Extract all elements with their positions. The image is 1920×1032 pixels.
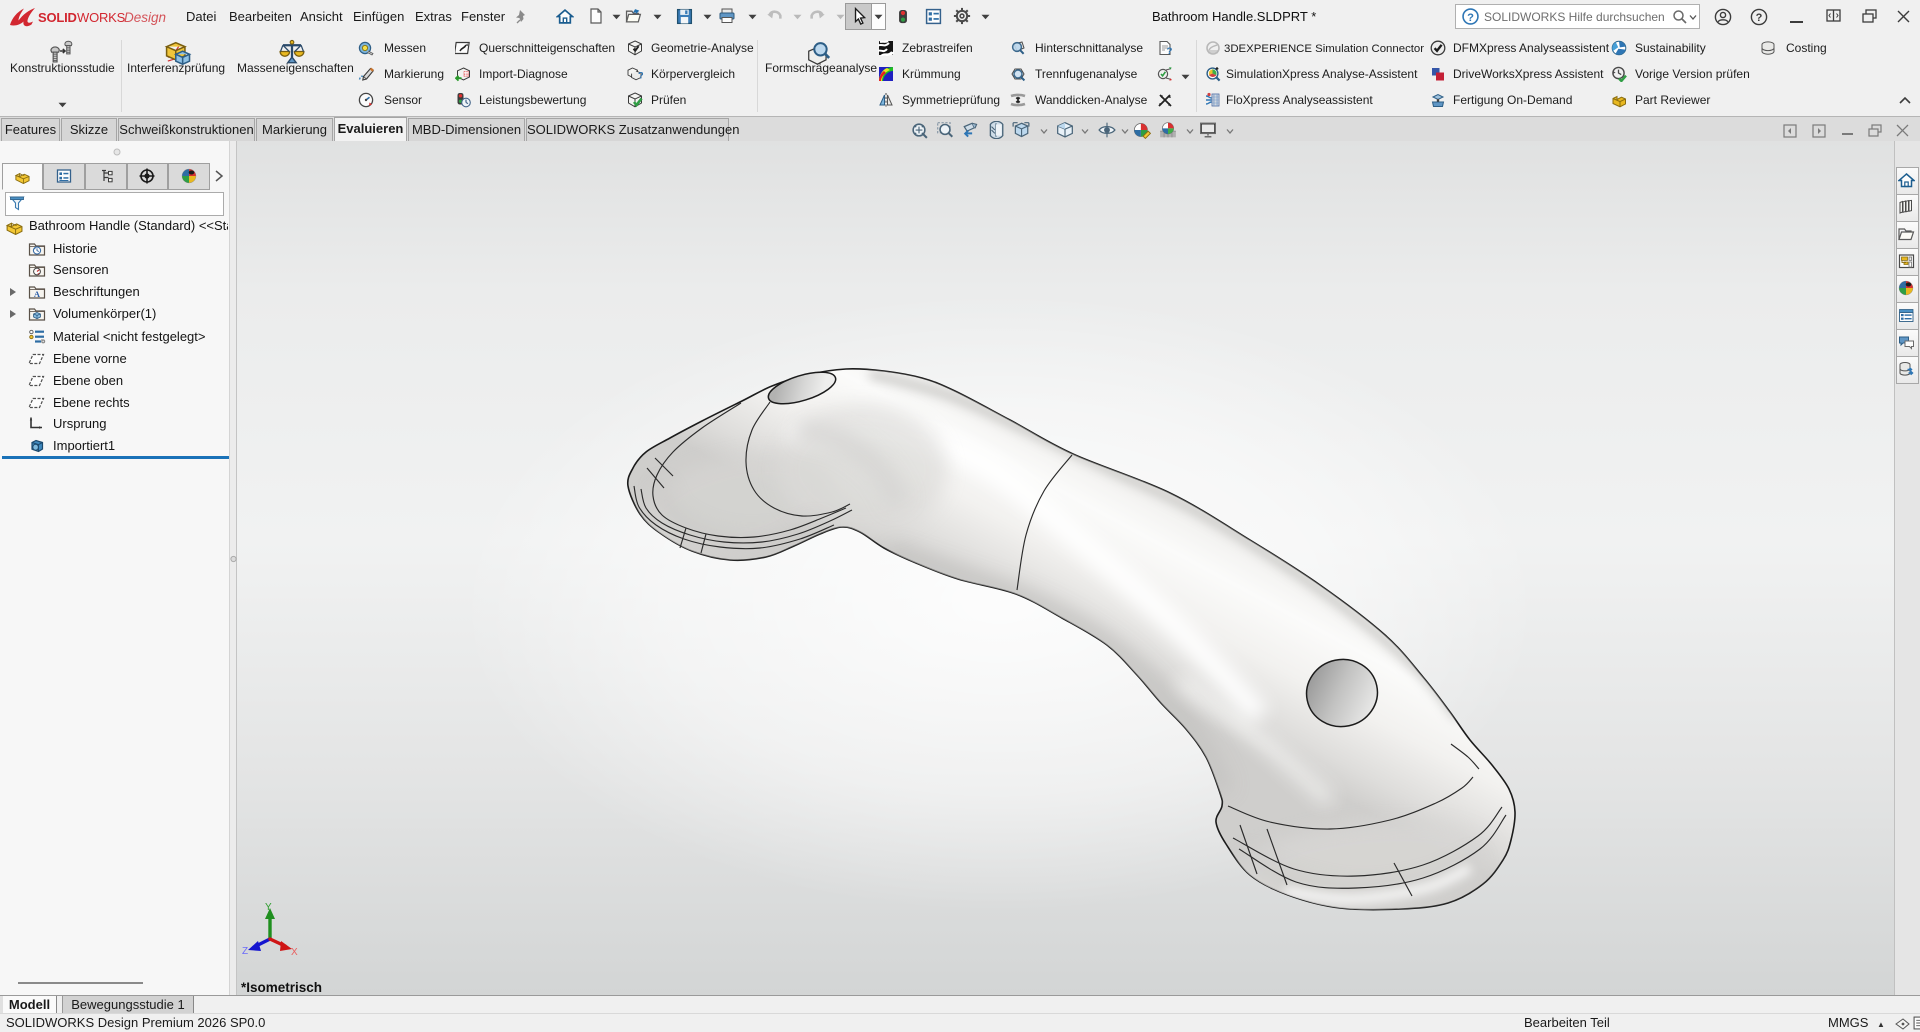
svg-text:SOLID: SOLID: [38, 10, 77, 25]
svg-text:?: ?: [1467, 12, 1474, 24]
svg-text:A: A: [34, 289, 41, 299]
svg-text:Y: Y: [265, 902, 272, 913]
svg-text:X: X: [291, 947, 298, 958]
svg-text:?: ?: [1167, 46, 1173, 56]
svg-text:Design: Design: [124, 10, 166, 25]
svg-text:WORKS: WORKS: [77, 10, 126, 25]
svg-text:Z: Z: [242, 946, 248, 957]
svg-text:*Isometrisch: *Isometrisch: [241, 980, 322, 995]
svg-text:?: ?: [638, 71, 643, 82]
svg-text:?: ?: [1756, 12, 1763, 24]
